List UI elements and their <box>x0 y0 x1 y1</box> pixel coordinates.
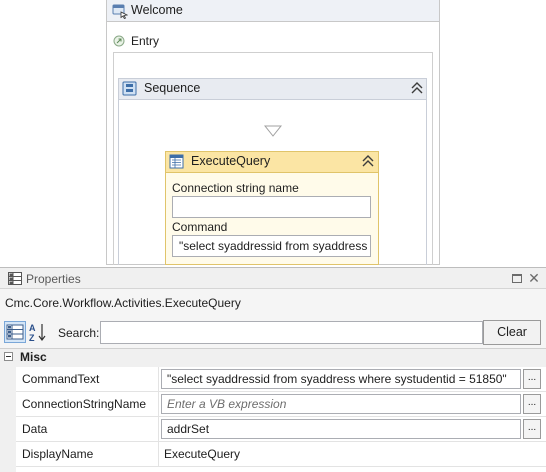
category-row-misc[interactable] <box>0 349 546 367</box>
property-row-data[interactable]: Data addrSet ... <box>16 417 546 442</box>
sequence-title: Sequence <box>144 81 201 95</box>
search-input[interactable] <box>100 321 483 344</box>
state-icon <box>112 4 128 19</box>
clear-button[interactable]: Clear <box>483 320 541 345</box>
connection-string-label: Connection string name <box>172 181 299 195</box>
collapse-chevron-icon[interactable] <box>361 153 375 169</box>
sequence-icon <box>122 81 137 96</box>
command-label: Command <box>172 220 228 234</box>
properties-title: Properties <box>26 272 81 286</box>
svg-text:A: A <box>29 323 36 333</box>
search-label: Search: <box>58 326 100 340</box>
expression-editor-button[interactable]: ... <box>523 419 541 439</box>
categorized-icon <box>6 324 24 340</box>
entry-label[interactable]: Entry <box>131 34 159 48</box>
category-label: Misc <box>20 350 47 364</box>
categorized-view-button[interactable] <box>4 321 26 343</box>
property-row-commandtext[interactable]: CommandText "select syaddressid from sya… <box>16 367 546 392</box>
expression-editor-button[interactable]: ... <box>523 394 541 414</box>
property-row-connectionstringname[interactable]: ConnectionStringName Enter a VB expressi… <box>16 392 546 417</box>
collapse-chevron-icon[interactable] <box>410 80 424 96</box>
property-name: Data <box>22 422 48 436</box>
property-name: DisplayName <box>22 447 94 461</box>
connection-string-input[interactable] <box>172 196 371 218</box>
maximize-icon[interactable] <box>512 274 522 283</box>
expression-editor-button[interactable]: ... <box>523 369 541 389</box>
drop-target-arrow-icon[interactable] <box>264 125 282 137</box>
column-divider[interactable] <box>158 392 159 416</box>
properties-grid-icon <box>8 272 22 285</box>
close-icon[interactable]: ✕ <box>528 270 540 286</box>
collapse-toggle-icon[interactable] <box>4 352 13 361</box>
property-row-displayname[interactable]: DisplayName ExecuteQuery <box>16 442 546 467</box>
data-input[interactable]: addrSet <box>161 419 521 439</box>
svg-text:Z: Z <box>29 333 35 343</box>
execute-query-icon <box>169 154 184 169</box>
column-divider[interactable] <box>158 442 159 466</box>
entry-icon <box>113 35 125 47</box>
property-name: ConnectionStringName <box>22 397 147 411</box>
column-divider[interactable] <box>158 367 159 391</box>
activity-title: ExecuteQuery <box>191 154 271 168</box>
column-divider[interactable] <box>158 417 159 441</box>
alphabetical-sort-icon[interactable]: A Z <box>28 321 48 343</box>
connectionstringname-input[interactable]: Enter a VB expression <box>161 394 521 414</box>
command-input[interactable]: "select syaddressid from syaddress where… <box>172 235 371 257</box>
property-name: CommandText <box>22 372 100 386</box>
displayname-value[interactable]: ExecuteQuery <box>164 447 240 461</box>
properties-titlebar[interactable] <box>0 268 546 289</box>
grid-gutter <box>0 367 16 472</box>
commandtext-input[interactable]: "select syaddressid from syaddress where… <box>161 369 521 389</box>
state-title: Welcome <box>131 3 183 17</box>
selected-type-name: Cmc.Core.Workflow.Activities.ExecuteQuer… <box>5 296 241 310</box>
